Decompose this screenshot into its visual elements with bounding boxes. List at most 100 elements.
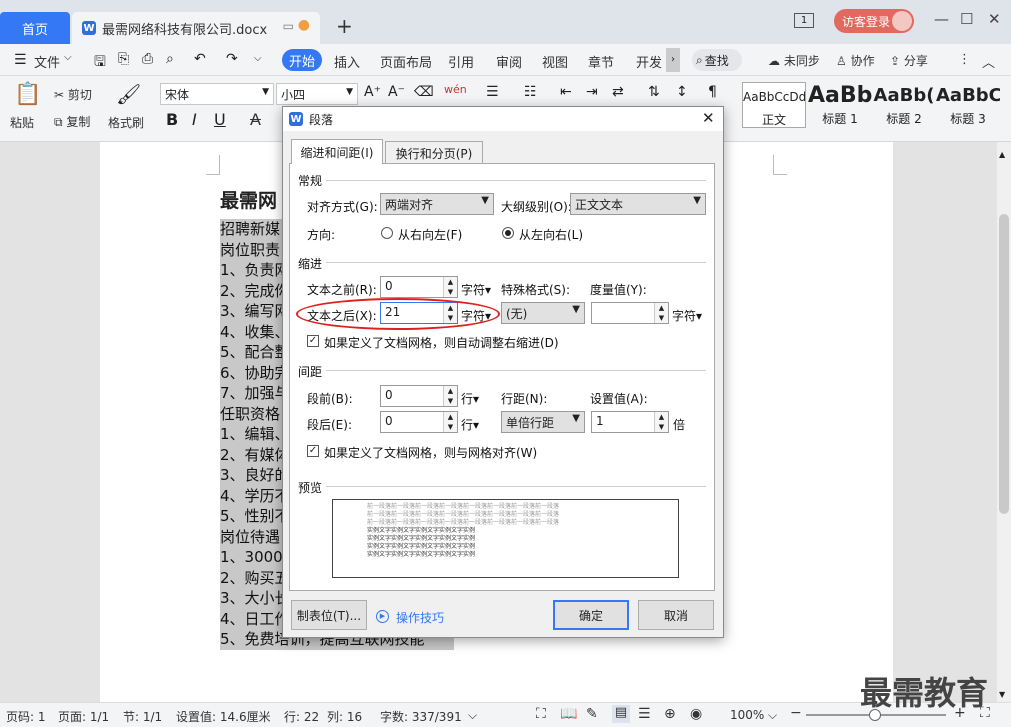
ok-button[interactable]: 确定 [553,600,629,630]
chevron-down-icon[interactable]: ⌵ [64,52,72,63]
read-mode-icon[interactable]: 📖 [560,706,577,722]
save-icon[interactable]: 🖫 [94,51,106,75]
cut-button[interactable]: ✂ 剪切 [54,86,92,103]
increase-indent-icon[interactable]: ⇥ [586,84,598,100]
menu-chapter[interactable]: 章节 [588,52,614,71]
document-line[interactable]: 4、学历不 [220,485,290,506]
indent-before-unit[interactable]: 字符▾ [461,281,491,298]
menu-page-layout[interactable]: 页面布局 [380,52,432,71]
outline-select[interactable]: 正文文本 ▼ [570,193,706,215]
redo-icon[interactable]: ↷ [226,51,238,67]
space-before-unit[interactable]: 行▾ [461,390,479,407]
line-spacing-icon[interactable]: ↕ [676,84,688,100]
document-line[interactable]: 1、3000 [220,547,290,568]
status-setting[interactable]: 设置值: 14.6厘米 [176,708,271,725]
spinner-icon[interactable]: ▲ ▼ [654,303,668,323]
document-line[interactable]: 5、配合整 [220,342,290,363]
document-line[interactable]: 2、完成你 [220,280,290,301]
auto-adjust-checkbox[interactable]: ✓ [307,335,319,347]
document-line[interactable]: 3、大小长 [220,588,290,609]
dialog-close-icon[interactable]: ✕ [702,109,715,127]
font-size-select[interactable]: 小四 ▼ [276,83,358,105]
document-line[interactable]: 1、负责网 [220,260,290,281]
page-count-badge[interactable]: 1 [794,13,814,28]
rtl-label[interactable]: 从右向左(F) [398,226,462,243]
spinner-icon[interactable]: ▲ ▼ [443,412,457,432]
decrease-indent-icon[interactable]: ⇤ [560,84,572,100]
menu-insert[interactable]: 插入 [334,52,360,71]
status-col[interactable]: 列: 16 [327,708,362,725]
show-marks-icon[interactable]: ¶ [708,84,717,100]
clear-format-icon[interactable]: ⌫ [414,84,434,100]
scrollbar-thumb[interactable] [999,214,1009,514]
style-heading-3[interactable]: AaBbC 标题 3 [936,82,1000,128]
grow-font-icon[interactable]: A⁺ [364,84,381,100]
set-value-input[interactable]: 1 ▲ ▼ [591,411,669,433]
menu-scroll-right-icon[interactable]: › [666,48,680,72]
menu-developer[interactable]: 开发 [636,52,662,71]
space-after-unit[interactable]: 行▾ [461,416,479,433]
auto-adjust-label[interactable]: 如果定义了文档网格，则自动调整右缩进(D) [324,334,559,351]
strikethrough-icon[interactable]: A [250,110,261,129]
menu-reference[interactable]: 引用 [448,52,474,71]
ltr-radio[interactable] [502,227,514,239]
paste-icon[interactable]: 📋 [14,82,41,107]
menu-file[interactable]: 文件 [34,52,60,71]
snap-grid-label[interactable]: 如果定义了文档网格，则与网格对齐(W) [324,444,537,461]
style-heading-1[interactable]: AaBb 标题 1 [808,82,872,128]
document-line[interactable]: 7、加强与 [220,383,290,404]
outline-view-icon[interactable]: ☰ [638,706,651,722]
italic-icon[interactable]: I [192,110,197,129]
document-line[interactable]: 4、日工作 [220,608,290,629]
undo-icon[interactable]: ↶ [194,51,206,67]
menu-review[interactable]: 审阅 [496,52,522,71]
maximize-icon[interactable]: ☐ [960,10,973,28]
style-heading-2[interactable]: AaBb(标题 2 [872,82,936,128]
document-line[interactable]: 4、收集、 [220,321,290,342]
guest-login-button[interactable]: 访客登录 [834,9,914,33]
document-line[interactable]: 2、有媒体 [220,444,290,465]
print-icon[interactable]: ⎙ [142,51,153,67]
web-view-icon[interactable]: ⊕ [664,706,676,722]
align-select[interactable]: 两端对齐 ▼ [380,193,494,215]
paste-button[interactable]: 粘贴 [10,114,34,131]
tab-line-page-break[interactable]: 换行和分页(P) [385,141,483,165]
more-icon[interactable]: ⋮ [958,52,971,67]
sort-icon[interactable]: ⇅ [648,84,660,100]
document-line[interactable]: 3、良好的 [220,465,290,486]
line-spacing-select[interactable]: 单倍行距 ▼ [501,411,585,433]
status-row[interactable]: 行: 22 [284,708,319,725]
eye-icon[interactable]: ◉ [690,706,702,722]
document-line[interactable]: 6、协助完 [220,362,290,383]
status-dropdown-icon[interactable]: ⌵ [468,708,477,723]
document-line[interactable]: 岗位待遇 [220,526,290,547]
indent-before-input[interactable]: 0 ▲ ▼ [380,276,458,298]
sync-button[interactable]: ☁ 未同步 [768,52,820,69]
numbered-list-icon[interactable]: ☷ [524,84,537,100]
document-line[interactable]: 3、编写网 [220,301,290,322]
status-page[interactable]: 页面: 1/1 [58,708,109,725]
collab-button[interactable]: ♙ 协作 [836,52,875,69]
font-name-select[interactable]: 宋体 ▼ [160,83,274,105]
zoom-out-icon[interactable]: − [790,705,802,721]
export-icon[interactable]: ⎘ [118,51,129,67]
play-icon[interactable]: ▶ [376,610,389,623]
bullet-list-icon[interactable]: ☰ [486,84,499,100]
tab-document[interactable]: W 最需网络科技有限公司.docx ▭ ● [72,12,320,44]
collapse-ribbon-icon[interactable]: ︿ [982,52,995,71]
hamburger-icon[interactable]: ☰ [14,52,27,68]
scroll-down-icon[interactable]: ▼ [999,690,1005,699]
document-line[interactable]: 任职资格 [220,403,290,424]
space-before-input[interactable]: 0 ▲ ▼ [380,385,458,407]
document-title[interactable]: 最需网 [220,186,277,213]
spinner-icon[interactable]: ▲ ▼ [654,412,668,432]
spinner-icon[interactable]: ▲ ▼ [443,386,457,406]
special-format-select[interactable]: (无) ▼ [501,302,585,324]
search-button[interactable]: ⌕ 查找 [692,49,742,71]
document-line[interactable]: 招聘新媒 [220,219,290,240]
text-direction-icon[interactable]: ⇄ [612,84,624,100]
fullscreen-icon[interactable]: ⛶ [536,706,546,722]
format-painter-icon[interactable]: 🖌 [116,82,141,106]
ltr-label[interactable]: 从左向右(L) [519,226,583,243]
tab-home[interactable]: 首页 [0,12,70,44]
